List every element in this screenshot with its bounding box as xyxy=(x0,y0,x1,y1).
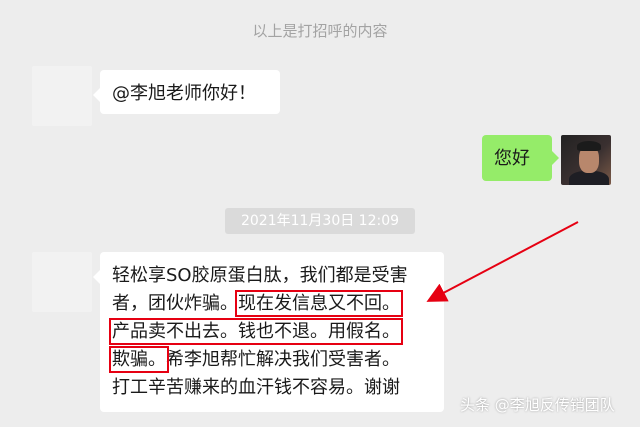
highlighted-text: 欺骗。 xyxy=(109,346,169,373)
contact-avatar[interactable] xyxy=(32,66,92,126)
message-line: 打工辛苦赚来的血汗钱不容易。谢谢 xyxy=(112,377,400,398)
system-note: 以上是打招呼的内容 xyxy=(252,22,388,40)
avatar-hair xyxy=(577,141,601,151)
contact-avatar[interactable] xyxy=(32,252,92,312)
arrow-line xyxy=(426,221,579,302)
user-avatar[interactable] xyxy=(561,135,611,185)
message-line: 者，团伙炸骗。现在发信息又不回。 xyxy=(112,290,432,318)
watermark: 头条 @李旭反传销团队 xyxy=(460,396,615,414)
message-text: @李旭老师你好！ xyxy=(112,83,256,104)
message-bubble-complaint[interactable]: 轻松享SO胶原蛋白肽，我们都是受害 者，团伙炸骗。现在发信息又不回。 产品卖不出… xyxy=(93,252,444,412)
highlighted-text: 现在发信息又不回。 xyxy=(235,290,403,317)
timestamp: 2021年11月30日 12:09 xyxy=(225,208,415,234)
message-text: 您好 xyxy=(494,148,530,169)
message-bubble-greeting[interactable]: @李旭老师你好！ xyxy=(93,70,280,114)
highlighted-text: 产品卖不出去。钱也不退。用假名。 xyxy=(109,318,403,345)
message-bubble-reply[interactable]: 您好 xyxy=(482,135,559,181)
avatar-shoulders xyxy=(569,171,609,185)
chat-window: 以上是打招呼的内容 @李旭老师你好！ 您好 2021年11月30日 12:09 … xyxy=(0,0,640,427)
message-line: 产品卖不出去。钱也不退。用假名。 xyxy=(109,318,432,346)
message-line: 轻松享SO胶原蛋白肽，我们都是受害 xyxy=(112,265,408,286)
message-text: 希李旭帮忙解决我们受害者。 xyxy=(166,349,400,370)
message-line: 欺骗。希李旭帮忙解决我们受害者。 xyxy=(109,346,432,374)
message-text: 者，团伙炸骗。 xyxy=(112,293,238,314)
